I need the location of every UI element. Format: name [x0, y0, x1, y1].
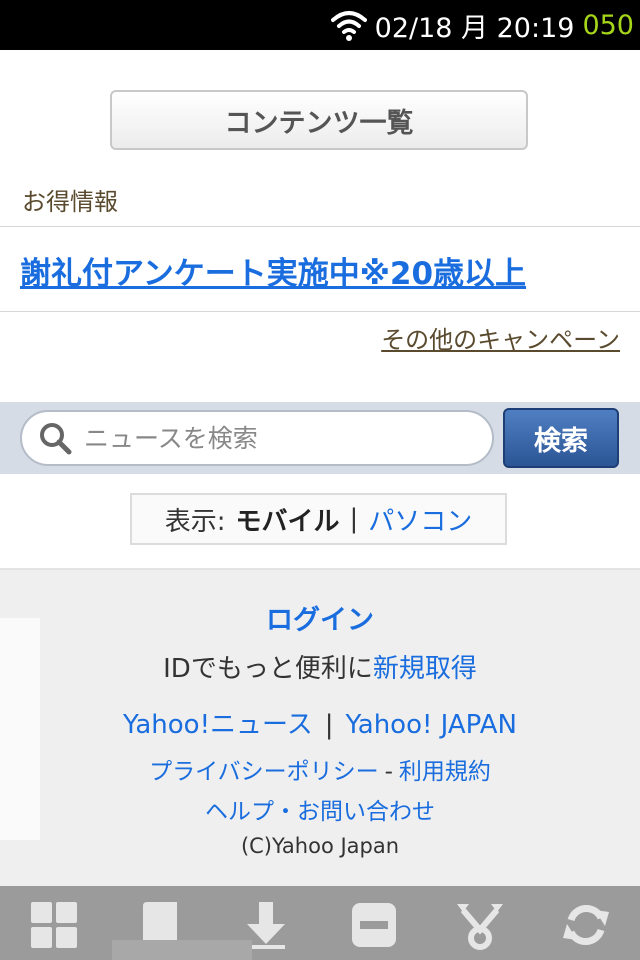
more-campaigns-link[interactable]: その他のキャンペーン: [381, 320, 620, 355]
campaign-link[interactable]: 謝礼付アンケート実施中※20歳以上: [20, 248, 526, 293]
search-button[interactable]: 検索: [503, 408, 619, 468]
toolbar-highlight: [112, 940, 252, 960]
policy-separator: -: [384, 759, 393, 785]
search-field[interactable]: [20, 410, 494, 466]
yahoo-japan-link[interactable]: Yahoo! JAPAN: [345, 710, 516, 740]
id-promo: IDでもっと便利に新規取得: [0, 648, 640, 685]
minus-button[interactable]: [348, 900, 400, 950]
search-bar: 検索: [0, 402, 640, 474]
footer: ログイン IDでもっと便利に新規取得 Yahoo!ニュース | Yahoo! JAP…: [0, 568, 640, 888]
section-title: お得情報: [22, 188, 118, 216]
register-link[interactable]: 新規取得: [373, 654, 477, 684]
display-toggle: 表示: モバイル | パソコン: [130, 493, 507, 545]
display-pc-link[interactable]: パソコン: [368, 501, 472, 538]
grid-icon: [31, 902, 77, 948]
status-right: 02/18 月 20:19 050: [330, 0, 634, 50]
grid-button[interactable]: [28, 900, 80, 950]
refresh-button[interactable]: [560, 900, 612, 950]
share-button[interactable]: [454, 900, 506, 950]
minus-icon: [352, 903, 396, 947]
copyright: (C)Yahoo Japan: [240, 834, 400, 858]
privacy-policy-link[interactable]: プライバシーポリシー: [149, 759, 379, 785]
status-bar: 02/18 月 20:19 050: [0, 0, 640, 50]
policy-links: プライバシーポリシー - 利用規約: [0, 752, 640, 786]
share-icon: [457, 904, 503, 950]
yahoo-links: Yahoo!ニュース | Yahoo! JAPAN: [0, 704, 640, 741]
yahoo-news-link[interactable]: Yahoo!ニュース: [123, 710, 313, 740]
display-mobile-current: モバイル: [235, 506, 340, 537]
terms-link[interactable]: 利用規約: [399, 759, 491, 785]
search-icon: [40, 423, 72, 455]
display-label: 表示:: [164, 506, 226, 537]
status-datetime: 02/18 月 20:19: [374, 12, 575, 44]
browser-toolbar: [0, 886, 640, 960]
help-link[interactable]: ヘルプ・お問い合わせ: [0, 792, 640, 826]
refresh-icon: [563, 905, 609, 945]
divider: [0, 311, 640, 312]
contents-list-button[interactable]: コンテンツ一覧: [110, 90, 528, 150]
login-link[interactable]: ログイン: [0, 598, 640, 637]
wifi-icon: [330, 11, 367, 41]
search-input[interactable]: [82, 422, 466, 454]
divider: [0, 226, 640, 227]
display-separator: |: [349, 504, 359, 534]
links-separator: |: [324, 710, 334, 740]
id-promo-text: IDでもっと便利に: [163, 654, 373, 684]
battery-level: 050: [582, 9, 634, 41]
